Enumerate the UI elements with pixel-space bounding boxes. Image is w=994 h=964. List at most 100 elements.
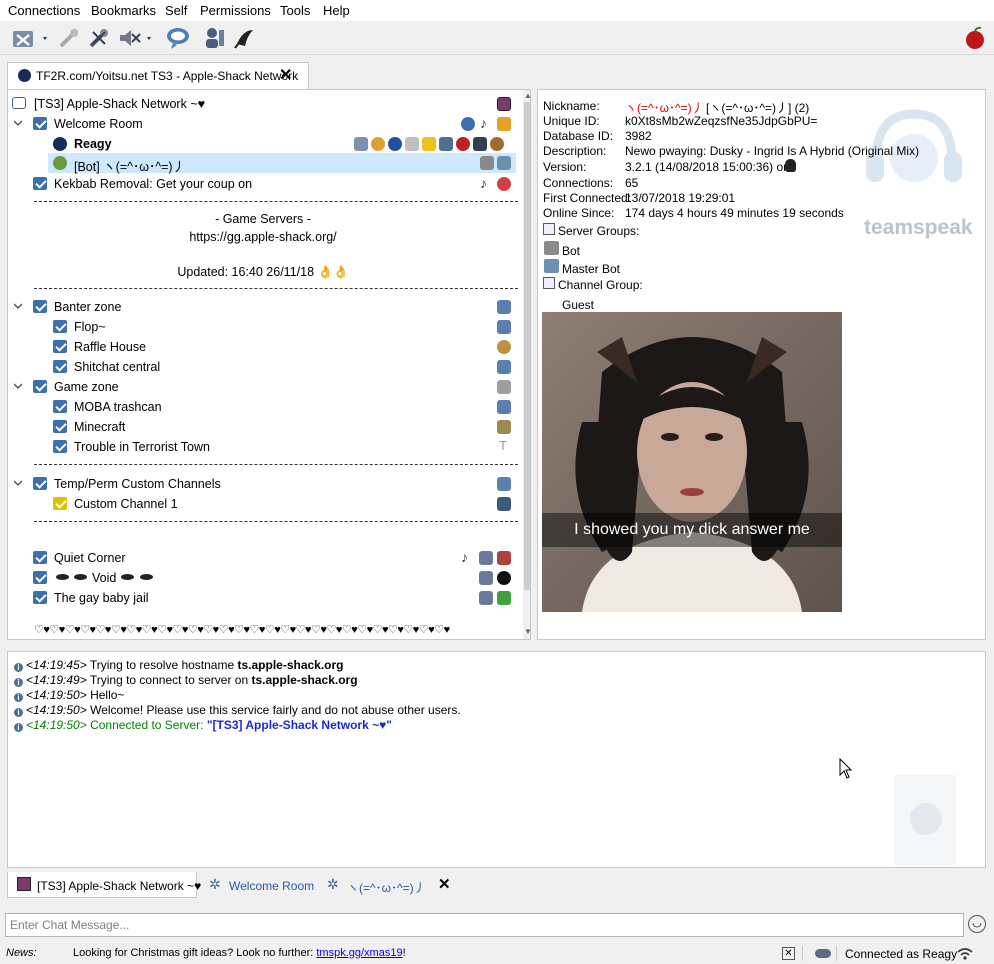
toolbar: [0, 21, 994, 55]
scroll-down-icon[interactable]: ▼: [524, 627, 530, 636]
moderated-icon: [479, 591, 493, 605]
scroll-up-icon[interactable]: ▲: [524, 91, 530, 100]
menu-tools[interactable]: Tools: [280, 3, 310, 18]
channel-welcome-room[interactable]: Welcome Room ♪: [8, 114, 516, 134]
channel-label: Welcome Room: [54, 117, 143, 131]
client-reagy[interactable]: Reagy: [8, 134, 516, 154]
channel-flop[interactable]: Flop~: [8, 317, 516, 337]
cloud-icon: [815, 949, 831, 958]
channel-icon: [53, 400, 67, 413]
menu-bookmarks[interactable]: Bookmarks: [91, 3, 156, 18]
channel-moba[interactable]: MOBA trashcan: [8, 397, 516, 417]
server-tab[interactable]: TF2R.com/Yoitsu.net TS3 - Apple-Shack Ne…: [7, 62, 309, 89]
game-servers-url[interactable]: https://gg.apple-shack.org/: [8, 230, 518, 244]
mute-speakers-button[interactable]: [116, 25, 156, 51]
eye-icon: [140, 574, 153, 580]
info-icon: i: [14, 693, 23, 702]
chat-tab-channel[interactable]: ✲ Welcome Room: [203, 872, 314, 898]
client-status-icon: [53, 137, 67, 151]
channel-icon: [33, 571, 47, 584]
vortex-icon: [497, 571, 511, 585]
eye-icon: [74, 574, 87, 580]
channel-icon: [33, 300, 47, 313]
status-bar: News: Looking for Christmas gift ideas? …: [0, 943, 994, 964]
news-suffix: !: [402, 947, 406, 959]
menu-connections[interactable]: Connections: [8, 3, 80, 18]
master-bot-icon: [544, 259, 559, 273]
connect-button[interactable]: [8, 25, 52, 51]
close-tab-icon[interactable]: ✕: [279, 65, 292, 85]
channel-void[interactable]: Void: [8, 568, 516, 588]
tree-server-row[interactable]: [TS3] Apple-Shack Network ~♥: [8, 94, 516, 114]
log-text: Connected to Server:: [90, 718, 207, 732]
server-tab-label: TF2R.com/Yoitsu.net TS3 - Apple-Shack Ne…: [36, 69, 299, 83]
menu-permissions[interactable]: Permissions: [200, 3, 271, 18]
connections-value: 65: [625, 176, 639, 190]
server-name: [TS3] Apple-Shack Network ~♥: [34, 97, 206, 111]
channel-icon: [33, 591, 47, 604]
scrollbar-thumb[interactable]: [524, 102, 530, 590]
log-line: i <14:19:45> Trying to resolve hostname t…: [14, 658, 344, 672]
channel-game-zone[interactable]: Game zone: [8, 377, 516, 397]
online-since-value: 174 days 4 hours 49 minutes 19 seconds: [625, 206, 844, 220]
first-connected-label: First Connected:: [543, 191, 632, 205]
chevron-down-icon[interactable]: [14, 119, 22, 127]
channel-label: Minecraft: [74, 420, 126, 434]
client-bot[interactable]: [Bot] ヽ(=^･ω･^=)丿: [48, 153, 516, 174]
emoji-icon[interactable]: ◡: [968, 915, 986, 933]
tree-scrollbar[interactable]: ▲ ▼: [523, 90, 530, 639]
close-tab-icon[interactable]: ✕: [438, 875, 451, 893]
ninja-icon: [473, 137, 487, 151]
chat-input[interactable]: Enter Chat Message...: [5, 913, 964, 937]
whisper-button[interactable]: [232, 25, 258, 51]
channel-label: Shitchat central: [74, 360, 161, 374]
client-status-icon: [53, 156, 67, 170]
log-line: i <14:19:50> Welcome! Please use this ser…: [14, 703, 461, 717]
bear-icon: [490, 137, 504, 151]
mute-microphone-button[interactable]: [86, 25, 112, 51]
channel-icon: [53, 340, 67, 353]
channel-ttt[interactable]: Trouble in Terrorist Town T: [8, 437, 516, 457]
info-icon: i: [14, 723, 23, 732]
menu-self[interactable]: Self: [165, 3, 187, 18]
channel-temp-perm[interactable]: Temp/Perm Custom Channels: [8, 474, 516, 494]
channel-group-icon: [543, 277, 555, 289]
news-link[interactable]: tmspk.gg/xmas19: [316, 947, 402, 959]
disconnect-button[interactable]: [56, 25, 82, 51]
close-news-icon[interactable]: ✕: [782, 947, 795, 960]
channel-shitchat[interactable]: Shitchat central: [8, 357, 516, 377]
gamepad-icon: [497, 380, 511, 394]
news-label: News:: [6, 947, 37, 959]
channel-custom-1[interactable]: Custom Channel 1: [8, 494, 516, 514]
game-servers-title[interactable]: - Game Servers -: [8, 212, 518, 226]
channel-label: Temp/Perm Custom Channels: [54, 477, 221, 491]
channel-gay-baby-jail[interactable]: The gay baby jail: [8, 588, 516, 608]
channel-icon: [53, 497, 67, 510]
contacts-button[interactable]: [202, 25, 228, 51]
log-time: <14:19:49>: [26, 673, 87, 687]
channel-banter-zone[interactable]: Banter zone: [8, 297, 516, 317]
channel-quiet-corner[interactable]: Quiet Corner ♪: [8, 548, 516, 568]
channel-minecraft[interactable]: Minecraft: [8, 417, 516, 437]
menu-help[interactable]: Help: [323, 3, 350, 18]
server-groups-label: Server Groups:: [558, 224, 640, 238]
channel-label: Game zone: [54, 380, 119, 394]
chevron-down-icon[interactable]: [14, 479, 22, 487]
uid-value[interactable]: k0Xt8sMb2wZeqzsfNe35JdpGbPU=: [625, 114, 817, 128]
channel-raffle-house[interactable]: Raffle House: [8, 337, 516, 357]
channel-icon: [33, 177, 47, 190]
chat-tab-private[interactable]: ✲ ヽ(=^･ω･^=)丿 ✕: [321, 872, 461, 898]
chat-tab-server[interactable]: [TS3] Apple-Shack Network ~♥: [7, 872, 201, 898]
eye-icon: [56, 574, 69, 580]
hearts-spacer[interactable]: ♡♥♡♥♡♥♡♥♡♥♡♥♡♥♡♥♡♥♡♥♡♥♡♥♡♥♡♥♡♥♡♥♡♥♡♥♡♥♡♥…: [34, 623, 518, 636]
away-button[interactable]: [164, 25, 192, 51]
menu-bar: Connections Bookmarks Self Permissions T…: [0, 0, 994, 21]
chevron-down-icon[interactable]: [14, 382, 22, 390]
updated-spacer[interactable]: Updated: 16:40 26/11/18 👌👌: [8, 265, 518, 280]
chevron-down-icon[interactable]: [14, 302, 22, 310]
channel-group-label: Channel Group:: [558, 278, 643, 292]
log-server-link[interactable]: "[TS3] Apple-Shack Network ~♥": [207, 718, 392, 732]
channel-kekbab[interactable]: Kekbab Removal: Get your coup on ♪: [8, 174, 516, 194]
first-connected-value: 13/07/2018 19:29:01: [625, 191, 736, 205]
pickaxe-icon: [497, 420, 511, 434]
